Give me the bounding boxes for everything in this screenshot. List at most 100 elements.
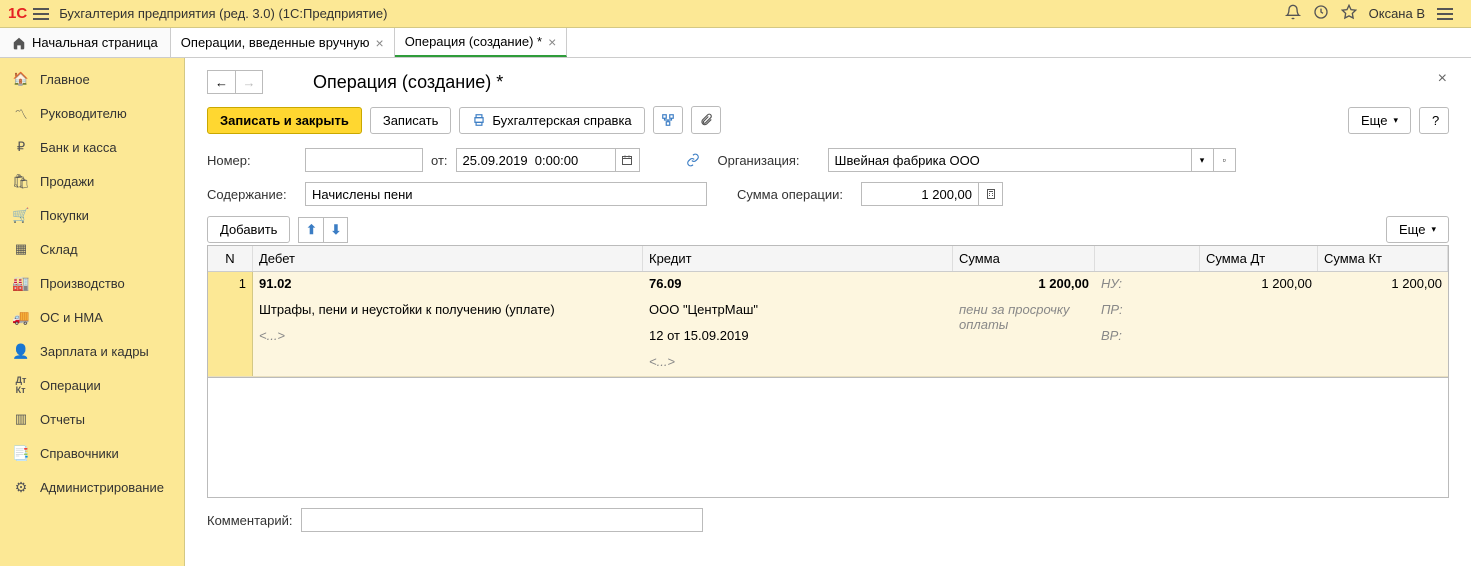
org-label: Организация:	[718, 153, 800, 168]
close-page-icon[interactable]: ×	[1438, 70, 1447, 88]
sidebar-item-reports[interactable]: ▥Отчеты	[0, 402, 184, 436]
col-sumdt[interactable]: Сумма Дт	[1200, 246, 1318, 271]
kredit-subconto3[interactable]: <...>	[643, 350, 953, 376]
print-icon	[472, 113, 486, 127]
dropdown-button[interactable]: ▾	[1192, 148, 1214, 172]
sidebar-item-sales[interactable]: 🛍Продажи	[0, 164, 184, 198]
col-kredit[interactable]: Кредит	[643, 246, 953, 271]
kredit-subconto1[interactable]: ООО "ЦентрМаш"	[643, 298, 953, 324]
topbar: 1C Бухгалтерия предприятия (ред. 3.0) (1…	[0, 0, 1471, 28]
table-row[interactable]: 1 91.02 Штрафы, пени и неустойки к получ…	[208, 272, 1448, 377]
kredit-account[interactable]: 76.09	[643, 272, 953, 298]
col-n[interactable]: N	[208, 246, 253, 271]
sidebar-item-assets[interactable]: 🚚 ОС и НМА	[0, 300, 184, 334]
menu-caret-icon[interactable]	[1437, 8, 1453, 20]
link-icon[interactable]	[686, 153, 700, 167]
sidebar-item-bank[interactable]: ₽Банк и касса	[0, 130, 184, 164]
sum-label: Сумма операции:	[737, 187, 843, 202]
col-sumkt[interactable]: Сумма Кт	[1318, 246, 1448, 271]
cart-icon: 🛒	[12, 206, 30, 224]
add-button[interactable]: Добавить	[207, 216, 290, 243]
help-button[interactable]: ?	[1419, 107, 1449, 134]
sidebar-label: Банк и касса	[40, 140, 117, 155]
debet-account[interactable]: 91.02	[253, 272, 643, 298]
debet-subconto2[interactable]: <...>	[253, 324, 643, 350]
accounting-report-button[interactable]: Бухгалтерская справка	[459, 107, 644, 134]
vr-label: ВР:	[1095, 324, 1200, 350]
page-title: Операция (создание) *	[313, 72, 503, 93]
sumdt-value[interactable]: 1 200,00	[1200, 272, 1318, 298]
col-nu[interactable]	[1095, 246, 1200, 271]
more-button-2[interactable]: Еще	[1386, 216, 1449, 243]
more-button[interactable]: Еще	[1348, 107, 1411, 134]
sidebar-item-operations[interactable]: ДтКтОперации	[0, 368, 184, 402]
comment-input[interactable]	[301, 508, 703, 532]
sidebar-label: Операции	[40, 378, 101, 393]
tree-button[interactable]	[653, 106, 683, 134]
col-sum[interactable]: Сумма	[953, 246, 1095, 271]
sidebar-label: Руководителю	[40, 106, 127, 121]
sum-description[interactable]: пени за просрочку оплаты	[953, 298, 1095, 336]
save-button[interactable]: Записать	[370, 107, 452, 134]
debet-subconto1[interactable]: Штрафы, пени и неустойки к получению (уп…	[253, 298, 643, 324]
bars-icon: ▥	[12, 410, 30, 428]
sidebar-item-production[interactable]: 🏭Производство	[0, 266, 184, 300]
tab-operation-create[interactable]: Операция (создание) * ×	[395, 28, 568, 57]
tab-operations-manual[interactable]: Операции, введенные вручную ×	[171, 28, 395, 57]
sidebar-label: Склад	[40, 242, 78, 257]
save-close-button[interactable]: Записать и закрыть	[207, 107, 362, 134]
sidebar-label: Покупки	[40, 208, 89, 223]
start-page-tab[interactable]: Начальная страница	[0, 28, 171, 57]
boxes-icon: ▦	[12, 240, 30, 258]
sidebar-label: Справочники	[40, 446, 119, 461]
org-input[interactable]	[828, 148, 1192, 172]
sidebar-item-manager[interactable]: 〽 Руководителю	[0, 96, 184, 130]
sum-value[interactable]: 1 200,00	[953, 272, 1095, 298]
forward-button[interactable]: →	[235, 70, 263, 94]
move-down-button[interactable]: ⬇	[323, 217, 348, 243]
calendar-icon	[621, 154, 633, 166]
open-button[interactable]: ▫	[1214, 148, 1236, 172]
sumkt-value[interactable]: 1 200,00	[1318, 272, 1448, 298]
close-icon[interactable]: ×	[376, 35, 384, 51]
hamburger-icon[interactable]	[33, 8, 49, 20]
tab-label: Операции, введенные вручную	[181, 35, 370, 50]
home-icon	[12, 36, 26, 50]
comment-label: Комментарий:	[207, 513, 293, 528]
history-icon[interactable]	[1313, 4, 1329, 23]
date-input[interactable]	[456, 148, 616, 172]
book-icon: 📑	[12, 444, 30, 462]
sidebar-item-main[interactable]: 🏠Главное	[0, 62, 184, 96]
from-label: от:	[431, 153, 448, 168]
content-input[interactable]	[305, 182, 707, 206]
user-name[interactable]: Оксана В	[1369, 6, 1425, 21]
back-button[interactable]: ←	[207, 70, 235, 94]
move-up-button[interactable]: ⬆	[298, 217, 323, 243]
sidebar-item-warehouse[interactable]: ▦ Склад	[0, 232, 184, 266]
sidebar-item-admin[interactable]: ⚙Администрирование	[0, 470, 184, 504]
sidebar-item-catalogs[interactable]: 📑 Справочники	[0, 436, 184, 470]
nu-label: НУ:	[1095, 272, 1200, 298]
app-title: Бухгалтерия предприятия (ред. 3.0) (1С:П…	[59, 6, 1284, 21]
kredit-subconto2[interactable]: 12 от 15.09.2019	[643, 324, 953, 350]
number-input[interactable]	[305, 148, 423, 172]
sidebar-item-purchases[interactable]: 🛒 Покупки	[0, 198, 184, 232]
close-icon[interactable]: ×	[548, 34, 556, 50]
number-label: Номер:	[207, 153, 297, 168]
sidebar-label: ОС и НМА	[40, 310, 103, 325]
sidebar-item-hr[interactable]: 👤Зарплата и кадры	[0, 334, 184, 368]
sidebar-label: Производство	[40, 276, 125, 291]
truck-icon: 🚚	[12, 308, 30, 326]
bell-icon[interactable]	[1285, 4, 1301, 23]
debet-empty	[253, 350, 643, 376]
table-blank-area[interactable]	[207, 378, 1449, 498]
person-icon: 👤	[12, 342, 30, 360]
row-number: 1	[208, 272, 253, 376]
star-icon[interactable]	[1341, 4, 1357, 23]
attach-button[interactable]	[691, 106, 721, 134]
chart-icon: 〽	[12, 104, 30, 122]
calendar-button[interactable]	[616, 148, 640, 172]
sum-input[interactable]	[861, 182, 979, 206]
col-debet[interactable]: Дебет	[253, 246, 643, 271]
calculator-button[interactable]	[979, 182, 1003, 206]
